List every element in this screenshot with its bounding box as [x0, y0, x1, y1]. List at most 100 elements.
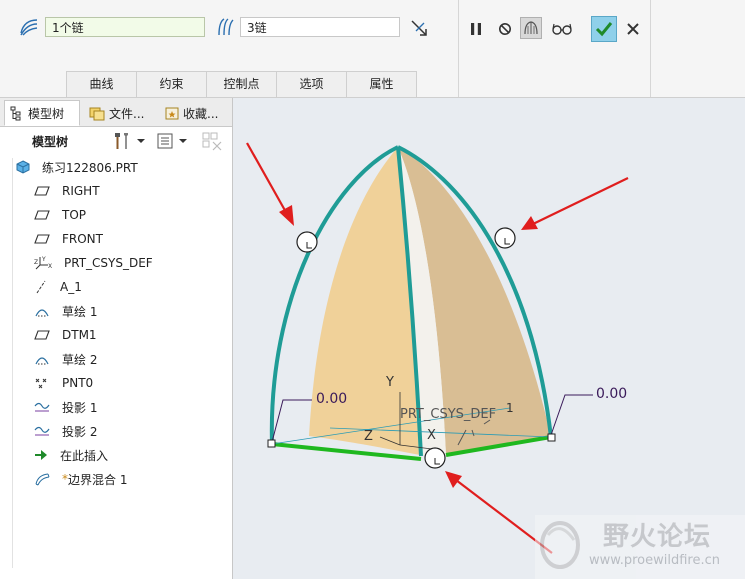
tree-item-label: FRONT: [62, 232, 103, 246]
axis-label-y: Y: [386, 375, 394, 390]
tree-item-label: 草绘 2: [62, 352, 98, 367]
no-preview-icon[interactable]: [494, 18, 516, 40]
csys-icon: YX Z: [34, 255, 58, 271]
tab-folder-browser[interactable]: 文件...: [84, 100, 158, 126]
red-arrow-right: [521, 177, 629, 230]
axis-icon: [34, 280, 54, 294]
tree-indent-guide: [4, 158, 13, 568]
axis-label-x: X: [427, 428, 436, 443]
tree-item[interactable]: 草绘 1: [34, 300, 97, 322]
tree-item-label: 练习122806.PRT: [42, 160, 138, 175]
pause-icon[interactable]: [465, 18, 487, 40]
tab-model-tree-label: 模型树: [28, 106, 65, 121]
second-direction-chain-field[interactable]: 3链: [240, 17, 400, 37]
tree-item-label: PNT0: [62, 376, 94, 390]
tree-item[interactable]: FRONT: [34, 228, 103, 250]
end-point-left[interactable]: [267, 439, 276, 448]
tree-item-label: 边界混合 1: [68, 472, 128, 487]
tree-item-label: RIGHT: [62, 184, 100, 198]
datum-plane-icon: [34, 232, 56, 246]
glasses-icon[interactable]: [551, 18, 573, 40]
tree-item-label: 投影 2: [62, 424, 98, 439]
tree-item[interactable]: A_1: [34, 276, 82, 298]
model-tree-icon: [10, 106, 21, 121]
tree-item[interactable]: DTM1: [34, 324, 97, 346]
tree-item[interactable]: 投影 2: [34, 420, 97, 442]
tree-item-label: DTM1: [62, 328, 97, 342]
graphics-window[interactable]: 0.00 0.00 PRT_CSYS_DEF Y Z X 1 野火论坛 www.…: [233, 98, 745, 579]
tab-folder-browser-label: 文件...: [109, 106, 145, 121]
tree-item[interactable]: PNT0: [34, 372, 93, 394]
dimension-value-right[interactable]: 0.00: [596, 386, 627, 402]
sketch-icon: [34, 304, 56, 318]
tree-item-label: 草绘 1: [62, 304, 98, 319]
tab-favorites[interactable]: 收藏...: [160, 100, 232, 126]
tree-item[interactable]: 在此插入: [34, 444, 108, 466]
folder-icon: [89, 107, 105, 121]
tree-item[interactable]: TOP: [34, 204, 86, 226]
tab-constraints[interactable]: 约束: [136, 71, 207, 97]
close-icon: [627, 23, 639, 35]
tools-icon: [115, 133, 128, 149]
projection-icon: [34, 400, 56, 414]
tab-options[interactable]: 选项: [276, 71, 347, 97]
svg-text:X: X: [48, 263, 52, 270]
favorites-icon: [165, 107, 179, 120]
boundary-second-direction-icon[interactable]: [214, 16, 236, 38]
model-tree-toolbar: 模型树: [0, 127, 232, 155]
show-dropdown[interactable]: [156, 131, 192, 151]
tree-item-label: PRT_CSYS_DEF: [64, 256, 153, 270]
tree-item-label: 在此插入: [60, 448, 109, 463]
constraint-handle-left[interactable]: [296, 231, 318, 253]
tree-item[interactable]: 草绘 2: [34, 348, 97, 370]
tree-item[interactable]: * 边界混合 1: [34, 468, 127, 490]
dashboard-tabs: 曲线 约束 控制点 选项 属性: [66, 71, 417, 97]
axis-mark-label: 1: [506, 401, 514, 415]
list-icon: [157, 133, 173, 149]
insert-arrow-icon: [34, 448, 54, 462]
boundary-first-direction-icon[interactable]: [18, 16, 40, 38]
tree-item[interactable]: 练习122806.PRT: [16, 156, 138, 178]
tab-favorites-label: 收藏...: [183, 106, 219, 121]
dim-leader-right: [550, 394, 593, 436]
tree-item-label: 投影 1: [62, 400, 98, 415]
datum-plane-icon: [34, 184, 56, 198]
navigator-tabs: 模型树 文件... 收藏...: [0, 98, 232, 127]
constraint-handle-bottom[interactable]: [424, 447, 446, 469]
navigator-panel: 模型树 文件... 收藏... 模型树 练习122806.PRT RIGHT TOP…: [0, 98, 233, 579]
datum-plane-icon: [34, 208, 56, 222]
tree-item-label: A_1: [60, 280, 82, 294]
csys-label: PRT_CSYS_DEF: [400, 407, 497, 422]
cancel-button[interactable]: [622, 18, 644, 40]
datum-point-icon: [34, 376, 56, 390]
constraint-handle-right[interactable]: [494, 227, 516, 249]
first-direction-chain-field[interactable]: 1个链: [45, 17, 205, 37]
model-tree-title: 模型树: [32, 135, 69, 149]
settings-dropdown[interactable]: [112, 131, 148, 151]
projection-icon: [34, 424, 56, 438]
part-icon: [16, 160, 36, 174]
tree-item[interactable]: 投影 1: [34, 396, 97, 418]
tree-item[interactable]: RIGHT: [34, 180, 100, 202]
confirm-button[interactable]: [591, 16, 617, 42]
tab-properties[interactable]: 属性: [346, 71, 417, 97]
watermark-title: 野火论坛: [603, 522, 712, 552]
tab-control-points[interactable]: 控制点: [206, 71, 277, 97]
ribbon-separator: [458, 0, 459, 97]
svg-text:Y: Y: [41, 256, 46, 263]
tree-item[interactable]: Y X Z PRT_CSYS_DEF: [34, 252, 153, 274]
filter-button[interactable]: [201, 131, 223, 151]
flip-direction-icon[interactable]: [408, 17, 430, 39]
ribbon: 1个链 3链 曲线 约束 控制点 选项 属性: [0, 0, 745, 98]
dimension-value-left[interactable]: 0.00: [316, 391, 347, 407]
datum-plane-icon: [34, 328, 56, 342]
dim-leader-left: [271, 399, 312, 443]
chevron-down-icon: [137, 139, 145, 143]
end-point-right[interactable]: [547, 433, 556, 442]
tab-curves[interactable]: 曲线: [66, 71, 137, 97]
watermark-url: www.proewildfire.cn: [589, 553, 720, 568]
tree-item-label: TOP: [62, 208, 87, 222]
tab-model-tree[interactable]: 模型树: [4, 100, 80, 126]
sketch-icon: [34, 352, 56, 366]
preview-geometry-icon[interactable]: [520, 17, 542, 39]
